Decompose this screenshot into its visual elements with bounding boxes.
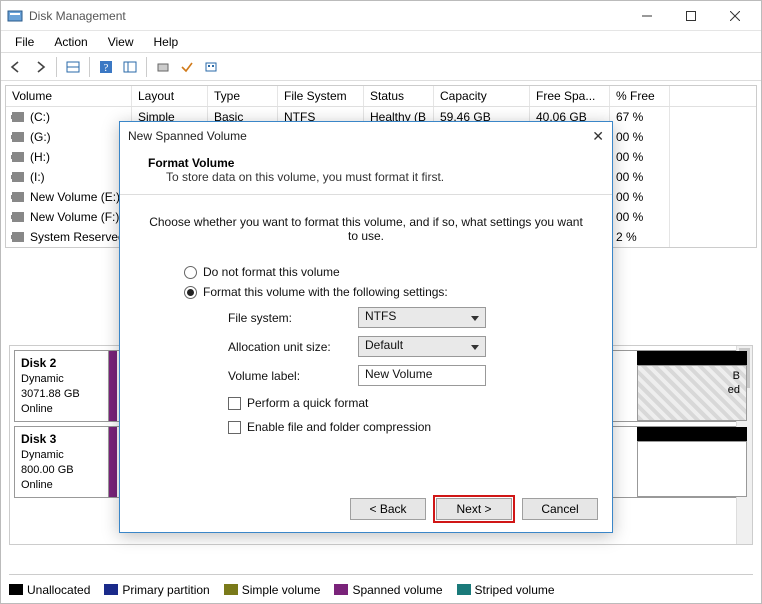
disk-info: Disk 3 Dynamic 800.00 GB Online	[15, 427, 109, 497]
settings-icon[interactable]	[200, 56, 222, 78]
back-button[interactable]: < Back	[350, 498, 426, 520]
next-button[interactable]: Next >	[436, 498, 512, 520]
minimize-button[interactable]	[625, 1, 669, 31]
fs-select[interactable]: NTFS	[358, 307, 486, 328]
back-icon[interactable]	[5, 56, 27, 78]
compression-label: Enable file and folder compression	[247, 420, 431, 434]
help-icon[interactable]: ?	[95, 56, 117, 78]
close-button[interactable]	[713, 1, 757, 31]
spanned-stripe	[109, 427, 117, 497]
compression-checkbox[interactable]	[228, 421, 241, 434]
quick-format-label: Perform a quick format	[247, 396, 368, 410]
new-spanned-volume-dialog: New Spanned Volume ✕ Format Volume To st…	[119, 121, 613, 533]
quick-format-checkbox[interactable]	[228, 397, 241, 410]
partition-region[interactable]	[637, 441, 747, 497]
check-icon[interactable]	[176, 56, 198, 78]
aus-label: Allocation unit size:	[228, 340, 358, 354]
menubar: File Action View Help	[1, 31, 761, 53]
menu-help[interactable]: Help	[144, 33, 189, 51]
list-icon[interactable]	[119, 56, 141, 78]
radio-no-format-label: Do not format this volume	[203, 265, 340, 279]
panes-icon[interactable]	[62, 56, 84, 78]
dialog-instruction: Choose whether you want to format this v…	[148, 215, 584, 243]
disk-info: Disk 2 Dynamic 3071.88 GB Online	[15, 351, 109, 421]
volume-label-input[interactable]: New Volume	[358, 365, 486, 386]
svg-text:?: ?	[104, 62, 109, 74]
col-type[interactable]: Type	[208, 86, 278, 106]
forward-icon[interactable]	[29, 56, 51, 78]
legend: Unallocated Primary partition Simple vol…	[9, 574, 753, 597]
window-title: Disk Management	[29, 9, 625, 23]
toolbar: ?	[1, 53, 761, 81]
refresh-icon[interactable]	[152, 56, 174, 78]
spanned-stripe	[109, 351, 117, 421]
menu-file[interactable]: File	[5, 33, 44, 51]
col-free[interactable]: Free Spa...	[530, 86, 610, 106]
unallocated-bar	[637, 427, 747, 441]
col-status[interactable]: Status	[364, 86, 434, 106]
col-fs[interactable]: File System	[278, 86, 364, 106]
cancel-button[interactable]: Cancel	[522, 498, 598, 520]
app-icon	[7, 8, 23, 24]
dialog-title: New Spanned Volume	[128, 129, 247, 143]
vol-label: Volume label:	[228, 369, 358, 383]
col-volume[interactable]: Volume	[6, 86, 132, 106]
col-layout[interactable]: Layout	[132, 86, 208, 106]
unallocated-bar	[637, 351, 747, 365]
radio-format[interactable]	[184, 286, 197, 299]
unallocated-region[interactable]: B ed	[637, 365, 747, 421]
fs-label: File system:	[228, 311, 358, 325]
radio-no-format[interactable]	[184, 266, 197, 279]
col-pfree[interactable]: % Free	[610, 86, 670, 106]
titlebar: Disk Management	[1, 1, 761, 31]
menu-action[interactable]: Action	[44, 33, 97, 51]
dialog-close-icon[interactable]: ✕	[592, 128, 604, 145]
aus-select[interactable]: Default	[358, 336, 486, 357]
table-header[interactable]: Volume Layout Type File System Status Ca…	[6, 86, 756, 107]
dialog-header-title: Format Volume	[148, 156, 584, 170]
col-capacity[interactable]: Capacity	[434, 86, 530, 106]
radio-format-label: Format this volume with the following se…	[203, 285, 448, 299]
maximize-button[interactable]	[669, 1, 713, 31]
menu-view[interactable]: View	[98, 33, 144, 51]
dialog-header-sub: To store data on this volume, you must f…	[148, 170, 584, 184]
